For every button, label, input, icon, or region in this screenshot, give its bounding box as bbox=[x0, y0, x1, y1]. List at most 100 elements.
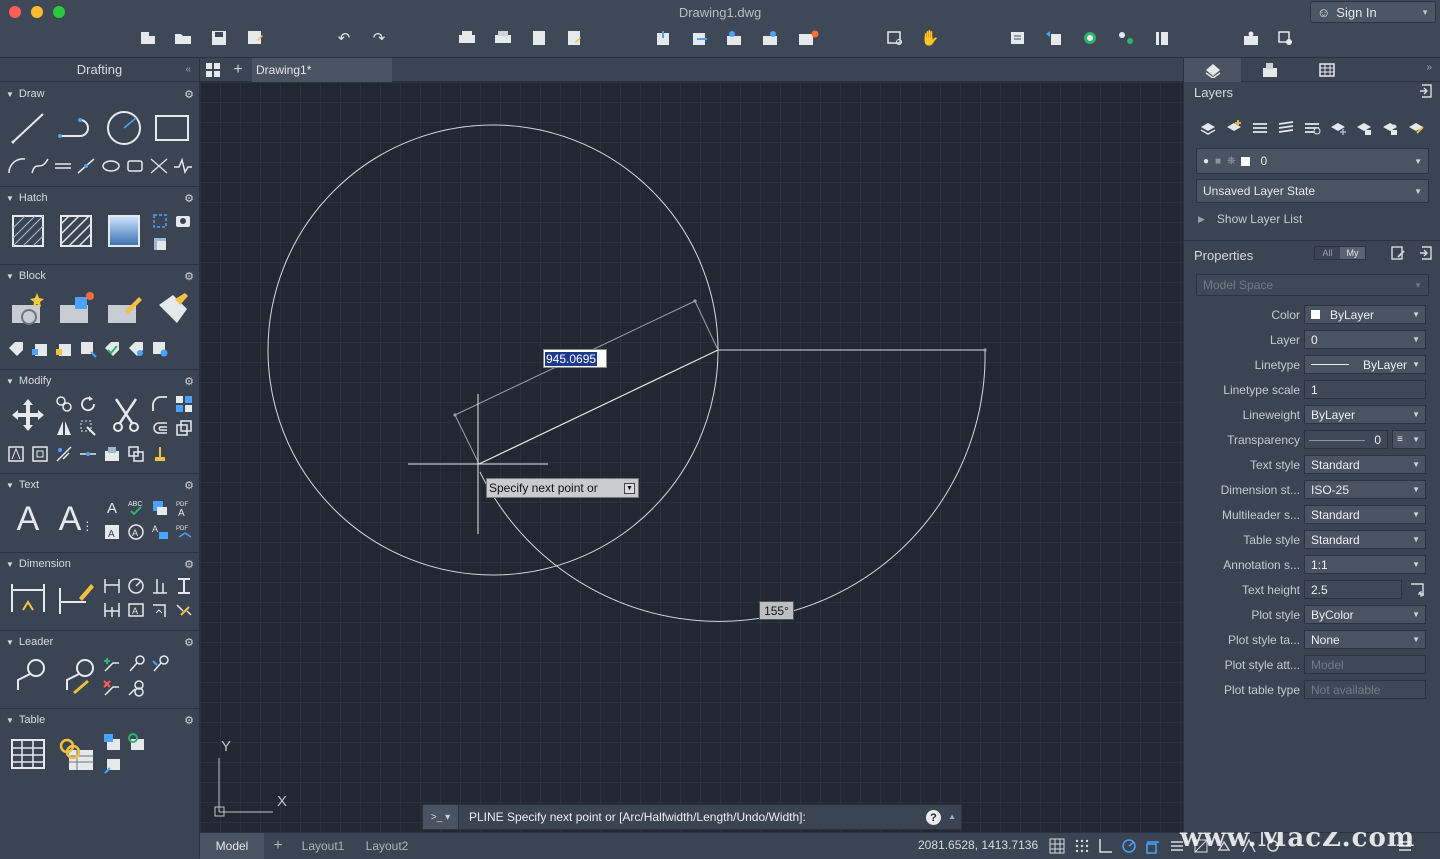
section-dimension[interactable]: ▼ Dimension ⚙ bbox=[0, 555, 200, 573]
save-as-icon[interactable] bbox=[244, 28, 266, 48]
modify-tool-1[interactable] bbox=[6, 444, 26, 464]
text-tool-1[interactable]: A bbox=[102, 498, 122, 518]
block-tool-2[interactable] bbox=[30, 339, 50, 359]
block-tool-4[interactable] bbox=[78, 339, 98, 359]
text-tool-7[interactable]: PDF bbox=[174, 522, 194, 542]
ordinate-dimension-tool[interactable] bbox=[174, 576, 194, 596]
layer-match-icon[interactable] bbox=[1406, 118, 1426, 136]
dimension-tool-4[interactable] bbox=[174, 600, 194, 620]
section-leader[interactable]: ▼ Leader ⚙ bbox=[0, 633, 200, 651]
publish-icon[interactable] bbox=[563, 28, 585, 48]
layer-match-icon[interactable] bbox=[1151, 28, 1173, 48]
collect-leader-tool[interactable] bbox=[150, 654, 170, 674]
hatch-tool[interactable] bbox=[8, 212, 48, 250]
import-icon[interactable] bbox=[652, 28, 674, 48]
gear-icon[interactable]: ⚙ bbox=[184, 479, 194, 492]
multiline-text-tool[interactable]: A bbox=[8, 499, 48, 539]
filter-my[interactable]: My bbox=[1340, 247, 1365, 259]
view-manager-icon[interactable] bbox=[1275, 28, 1297, 48]
layer-walk-icon[interactable] bbox=[1115, 28, 1137, 48]
tab-properties[interactable] bbox=[1184, 58, 1241, 82]
export-icon[interactable] bbox=[688, 28, 710, 48]
sheet-set-icon[interactable] bbox=[797, 28, 819, 48]
open-icon[interactable] bbox=[172, 28, 194, 48]
section-block[interactable]: ▼ Block ⚙ bbox=[0, 267, 200, 285]
block-tool-7[interactable] bbox=[150, 339, 170, 359]
properties-filter-toggle[interactable]: All My bbox=[1314, 246, 1366, 260]
modify-tool-6[interactable] bbox=[126, 444, 146, 464]
dimension-tool-1[interactable] bbox=[102, 600, 122, 620]
block-tool-1[interactable] bbox=[6, 339, 26, 359]
command-prompt-tooltip[interactable]: Specify next point or ▼ bbox=[486, 478, 639, 498]
multileader-edit-tool[interactable] bbox=[56, 656, 96, 696]
polyline-tool[interactable] bbox=[56, 110, 96, 146]
gear-icon[interactable]: ⚙ bbox=[184, 558, 194, 571]
section-modify[interactable]: ▼ Modify ⚙ bbox=[0, 372, 200, 390]
create-block-tool[interactable] bbox=[56, 290, 96, 330]
pan-icon[interactable]: ✋ bbox=[919, 28, 941, 48]
block-tool-3[interactable] bbox=[54, 339, 74, 359]
revision-cloud-tool[interactable] bbox=[172, 156, 194, 176]
pick-height-icon[interactable] bbox=[1408, 580, 1426, 599]
gear-icon[interactable]: ⚙ bbox=[184, 636, 194, 649]
filter-all[interactable]: All bbox=[1315, 247, 1340, 259]
linetype-dropdown[interactable]: ByLayer ▼ bbox=[1304, 355, 1426, 374]
multileader-style-dropdown[interactable]: Standard ▼ bbox=[1304, 505, 1426, 524]
start-tab-grid-icon[interactable] bbox=[204, 61, 222, 79]
polygon-tool[interactable] bbox=[124, 156, 146, 176]
layer-dropdown[interactable]: 0 ▼ bbox=[1304, 330, 1426, 349]
expand-palette-button[interactable]: » bbox=[1426, 62, 1432, 73]
gear-icon[interactable]: ⚙ bbox=[184, 375, 194, 388]
expand-history-icon[interactable]: ▲ bbox=[948, 812, 956, 821]
move-tool[interactable] bbox=[8, 395, 48, 435]
trim-tool[interactable] bbox=[108, 395, 144, 435]
text-height-input[interactable]: 2.5 bbox=[1304, 580, 1402, 599]
layer-unisolate-icon[interactable] bbox=[1276, 118, 1296, 136]
edit-block-tool[interactable] bbox=[104, 290, 144, 330]
baseline-dimension-tool[interactable] bbox=[150, 576, 170, 596]
gradient-tool[interactable] bbox=[104, 212, 144, 250]
help-icon[interactable]: ? bbox=[926, 810, 941, 825]
modify-tool-4[interactable] bbox=[78, 444, 98, 464]
data-link-tool[interactable] bbox=[56, 734, 96, 774]
remove-leader-tool[interactable] bbox=[102, 678, 122, 698]
annotation-scale-dropdown[interactable]: 1:1 ▼ bbox=[1304, 555, 1426, 574]
transparency-slider[interactable]: 0 bbox=[1304, 430, 1388, 449]
modify-tool-2[interactable] bbox=[30, 444, 50, 464]
plot-style-dropdown[interactable]: ByColor ▼ bbox=[1304, 605, 1426, 624]
dimension-tool-3[interactable] bbox=[150, 600, 170, 620]
radius-dimension-tool[interactable] bbox=[126, 576, 146, 596]
attach-icon[interactable] bbox=[723, 28, 745, 48]
text-tool-5[interactable]: A bbox=[126, 522, 146, 542]
data-extraction-tool[interactable] bbox=[102, 732, 122, 752]
arc-tool[interactable] bbox=[6, 156, 28, 176]
ortho-icon[interactable] bbox=[1096, 837, 1114, 855]
smart-dimension-tool[interactable] bbox=[8, 578, 48, 618]
tab-blocks[interactable] bbox=[1241, 58, 1298, 82]
layer-isolate-icon[interactable] bbox=[1250, 118, 1270, 136]
current-layer-dropdown[interactable]: ● ■ ❋ 0 ▼ bbox=[1196, 148, 1429, 174]
layer-properties-icon[interactable] bbox=[1007, 28, 1029, 48]
tab-drawing1[interactable]: Drawing1* bbox=[252, 58, 392, 82]
layer-previous-icon[interactable] bbox=[1043, 28, 1065, 48]
single-line-text-tool[interactable]: A ⋮ bbox=[56, 499, 96, 539]
linear-dimension-tool[interactable] bbox=[102, 576, 122, 596]
quick-select-icon[interactable] bbox=[1389, 244, 1407, 262]
dynamic-input-field[interactable]: 945.0695 bbox=[543, 349, 607, 368]
text-tool-6[interactable]: A bbox=[150, 522, 170, 542]
quick-dimension-tool[interactable] bbox=[56, 578, 96, 618]
section-text[interactable]: ▼ Text ⚙ bbox=[0, 476, 200, 494]
construction-line-tool[interactable] bbox=[148, 156, 170, 176]
reference-manager-icon[interactable] bbox=[759, 28, 781, 48]
tab-model[interactable]: Model bbox=[200, 833, 264, 859]
dock-icon[interactable] bbox=[1418, 83, 1434, 99]
table-style-dropdown[interactable]: Standard ▼ bbox=[1304, 530, 1426, 549]
insert-block-tool[interactable] bbox=[8, 290, 48, 330]
new-icon[interactable] bbox=[137, 28, 159, 48]
drawing-canvas[interactable]: Y X 945.0695 Specify next point or ▼ 155… bbox=[200, 82, 1183, 832]
undo-icon[interactable]: ↶ bbox=[333, 28, 355, 48]
multiline-tool[interactable] bbox=[52, 156, 74, 176]
show-layer-list-toggle[interactable]: ▶ Show Layer List bbox=[1198, 212, 1302, 226]
named-views-icon[interactable] bbox=[1240, 28, 1262, 48]
ray-tool[interactable] bbox=[75, 156, 97, 176]
